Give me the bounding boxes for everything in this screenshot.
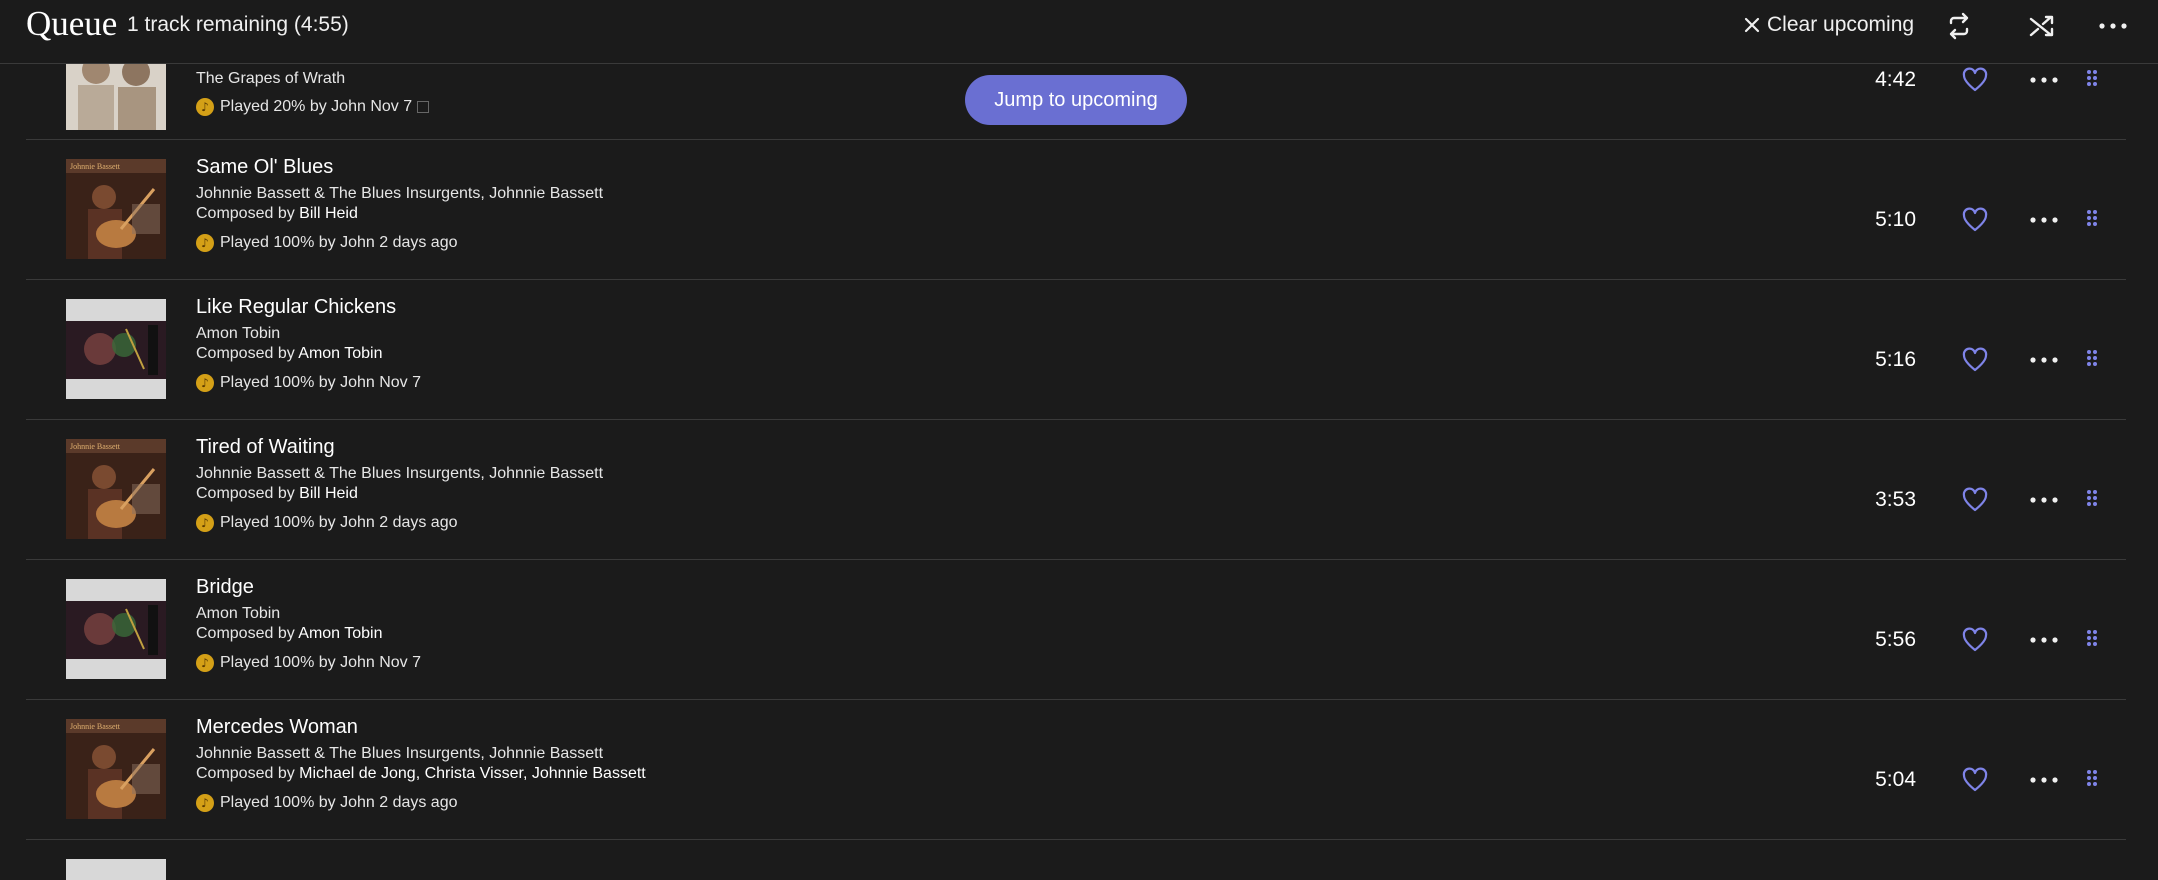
composer-link[interactable]: Amon Tobin (298, 625, 382, 642)
played-text: Played 20% by John Nov 7 (220, 98, 413, 115)
composed-by-label: Composed by (196, 765, 300, 782)
close-icon (1744, 17, 1760, 33)
user-avatar-icon: ♪ (196, 374, 214, 392)
track-composer-line: Composed by Bill Heid (196, 205, 358, 223)
track-more-icon[interactable] (2029, 486, 2059, 514)
more-options-icon[interactable] (2097, 10, 2129, 42)
played-text: Played 100% by John Nov 7 (220, 374, 422, 391)
svg-text:Johnnie Bassett: Johnnie Bassett (70, 162, 121, 171)
user-avatar-icon: ♪ (196, 654, 214, 672)
track-composer-line: Composed by Amon Tobin (196, 345, 382, 363)
track-title[interactable]: Mercedes Woman (196, 716, 358, 739)
queue-header: Queue 1 track remaining (4:55) Clear upc… (0, 0, 2158, 64)
heart-icon[interactable] (1961, 66, 1989, 94)
play-history: ♪ Played 100% by John Nov 7 (196, 374, 421, 392)
track-composer-line: Composed by Amon Tobin (196, 625, 382, 643)
track-more-icon[interactable] (2029, 66, 2059, 94)
track-title[interactable]: Tired of Waiting (196, 436, 335, 459)
play-history: ♪ Played 20% by John Nov 7 (196, 98, 430, 116)
play-history: ♪ Played 100% by John 2 days ago (196, 234, 458, 252)
track-row[interactable]: Johnnie Bassett Tired of Waiting Johnnie… (26, 420, 2126, 560)
clear-upcoming-label: Clear upcoming (1767, 13, 1915, 36)
composed-by-label: Composed by (196, 485, 300, 502)
played-text: Played 100% by John 2 days ago (220, 234, 458, 251)
user-avatar-icon: ♪ (196, 234, 214, 252)
composer-link[interactable]: Bill Heid (299, 205, 358, 222)
track-title[interactable]: Like Regular Chickens (196, 296, 396, 319)
track-more-icon[interactable] (2029, 766, 2059, 794)
album-cover: Johnnie Bassett (66, 159, 166, 259)
track-artist[interactable]: The Grapes of Wrath (196, 70, 345, 88)
queue-remaining-count: 1 track remaining (4:55) (127, 13, 349, 36)
track-artist[interactable]: Johnnie Bassett & The Blues Insurgents, … (196, 465, 603, 483)
play-history: ♪ Played 100% by John 2 days ago (196, 514, 458, 532)
drag-handle-icon[interactable] (2084, 208, 2100, 232)
user-avatar-icon: ♪ (196, 514, 214, 532)
track-artist[interactable]: Johnnie Bassett & The Blues Insurgents, … (196, 745, 603, 763)
track-more-icon[interactable] (2029, 626, 2059, 654)
track-composer-line: Composed by Michael de Jong, Christa Vis… (196, 765, 646, 783)
track-title[interactable]: Bridge (196, 576, 254, 599)
track-more-icon[interactable] (2029, 206, 2059, 234)
track-more-icon[interactable] (2029, 346, 2059, 374)
track-duration: 4:42 (1875, 68, 1916, 91)
heart-icon[interactable] (1961, 486, 1989, 514)
user-avatar-icon: ♪ (196, 98, 214, 116)
svg-text:Johnnie Bassett: Johnnie Bassett (70, 442, 121, 451)
album-cover: Johnnie Bassett (66, 719, 166, 819)
track-duration: 5:04 (1875, 768, 1916, 791)
jump-to-upcoming-button[interactable]: Jump to upcoming (965, 75, 1187, 125)
heart-icon[interactable] (1961, 766, 1989, 794)
track-artist[interactable]: Amon Tobin (196, 325, 280, 343)
track-duration: 5:10 (1875, 208, 1916, 231)
track-title[interactable]: Same Ol' Blues (196, 156, 333, 179)
composer-link[interactable]: Bill Heid (299, 485, 358, 502)
album-cover: Johnnie Bassett (66, 439, 166, 539)
play-history: ♪ Played 100% by John 2 days ago (196, 794, 458, 812)
clear-upcoming-button[interactable]: Clear upcoming (1743, 11, 1914, 39)
track-artist[interactable]: Johnnie Bassett & The Blues Insurgents, … (196, 185, 603, 203)
track-duration: 5:16 (1875, 348, 1916, 371)
composed-by-label: Composed by (196, 205, 300, 222)
drag-handle-icon[interactable] (2084, 488, 2100, 512)
track-composer-line: Composed by Bill Heid (196, 485, 358, 503)
heart-icon[interactable] (1961, 206, 1989, 234)
shuffle-icon[interactable] (2026, 10, 2058, 42)
track-row[interactable] (26, 840, 2126, 880)
composed-by-label: Composed by (196, 625, 299, 642)
track-row[interactable]: Johnnie Bassett Mercedes Woman Johnnie B… (26, 700, 2126, 840)
page-title: Queue (26, 4, 118, 43)
repeat-icon[interactable] (1943, 10, 1975, 42)
play-history: ♪ Played 100% by John Nov 7 (196, 654, 421, 672)
drag-handle-icon[interactable] (2084, 68, 2100, 92)
album-cover (66, 299, 166, 399)
svg-text:Johnnie Bassett: Johnnie Bassett (70, 722, 121, 731)
composed-by-label: Composed by (196, 345, 299, 362)
heart-icon[interactable] (1961, 346, 1989, 374)
played-text: Played 100% by John 2 days ago (220, 794, 458, 811)
album-cover (66, 579, 166, 679)
track-duration: 3:53 (1875, 488, 1916, 511)
drag-handle-icon[interactable] (2084, 348, 2100, 372)
track-artist[interactable]: Amon Tobin (196, 605, 280, 623)
composer-link[interactable]: Michael de Jong, Christa Visser, Johnnie… (299, 765, 646, 782)
user-avatar-icon: ♪ (196, 794, 214, 812)
drag-handle-icon[interactable] (2084, 628, 2100, 652)
composer-link[interactable]: Amon Tobin (298, 345, 382, 362)
drag-handle-icon[interactable] (2084, 768, 2100, 792)
track-duration: 5:56 (1875, 628, 1916, 651)
track-row[interactable]: Bridge Amon Tobin Composed by Amon Tobin… (26, 560, 2126, 700)
track-row[interactable]: Johnnie Bassett Same Ol' Blues Johnnie B… (26, 140, 2126, 280)
calendar-icon (417, 101, 430, 113)
heart-icon[interactable] (1961, 626, 1989, 654)
played-text: Played 100% by John 2 days ago (220, 514, 458, 531)
track-row[interactable]: Like Regular Chickens Amon Tobin Compose… (26, 280, 2126, 420)
played-text: Played 100% by John Nov 7 (220, 654, 422, 671)
